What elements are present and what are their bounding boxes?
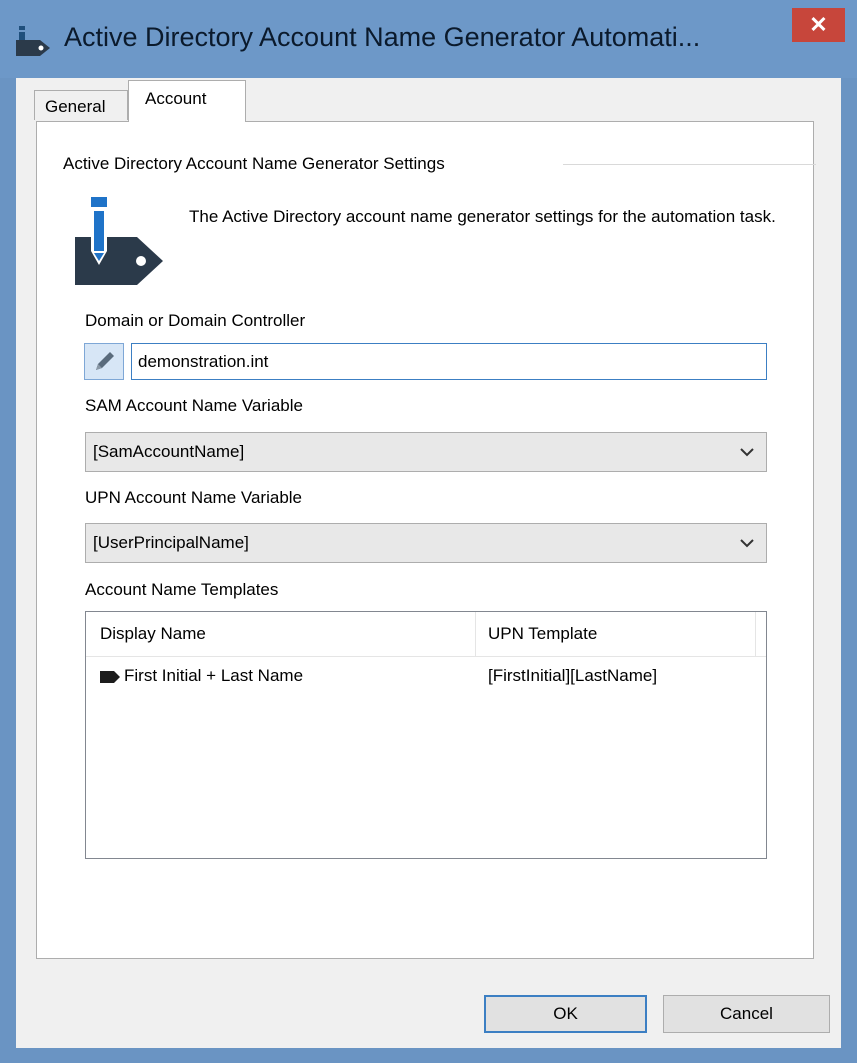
account-name-generator-icon xyxy=(75,197,163,285)
ok-button[interactable]: OK xyxy=(484,995,647,1033)
tab-account[interactable]: Account xyxy=(128,80,246,122)
templates-label: Account Name Templates xyxy=(85,580,279,599)
app-icon xyxy=(16,26,50,56)
sam-variable-value: [SamAccountName] xyxy=(93,442,245,461)
group-divider xyxy=(563,164,816,165)
window-title: Active Directory Account Name Generator … xyxy=(64,22,701,52)
column-header-display-name[interactable]: Display Name xyxy=(86,612,476,656)
domain-label: Domain or Domain Controller xyxy=(85,311,306,330)
upn-variable-value: [UserPrincipalName] xyxy=(93,533,249,552)
tab-general[interactable]: General xyxy=(34,90,128,120)
chevron-down-icon xyxy=(740,448,754,457)
edit-domain-button[interactable] xyxy=(84,343,124,380)
group-title: Active Directory Account Name Generator … xyxy=(63,154,445,173)
cancel-button[interactable]: Cancel xyxy=(663,995,830,1033)
sam-variable-label: SAM Account Name Variable xyxy=(85,396,303,415)
sam-variable-select[interactable]: [SamAccountName] xyxy=(85,432,767,472)
client-area: General Account Active Directory Account… xyxy=(16,78,841,1048)
template-upn: [FirstInitial][LastName] xyxy=(488,666,658,685)
templates-list[interactable]: Display Name UPN Template First Initial … xyxy=(85,611,767,859)
chevron-down-icon xyxy=(740,539,754,548)
account-tab-panel: Active Directory Account Name Generator … xyxy=(36,121,816,959)
title-bar[interactable]: Active Directory Account Name Generator … xyxy=(0,0,857,78)
template-display-name: First Initial + Last Name xyxy=(124,666,304,685)
pencil-icon xyxy=(96,352,114,370)
list-item[interactable]: First Initial + Last Name [FirstInitial]… xyxy=(86,662,766,692)
close-button[interactable]: ✕ xyxy=(792,8,845,42)
column-header-upn-template[interactable]: UPN Template xyxy=(476,612,756,656)
upn-variable-select[interactable]: [UserPrincipalName] xyxy=(85,523,767,563)
tag-icon xyxy=(100,670,120,683)
domain-input[interactable] xyxy=(131,343,767,380)
upn-variable-label: UPN Account Name Variable xyxy=(85,488,303,507)
settings-description: The Active Directory account name genera… xyxy=(189,207,776,226)
dialog-window: Active Directory Account Name Generator … xyxy=(0,0,857,1063)
list-header: Display Name UPN Template xyxy=(86,612,766,657)
